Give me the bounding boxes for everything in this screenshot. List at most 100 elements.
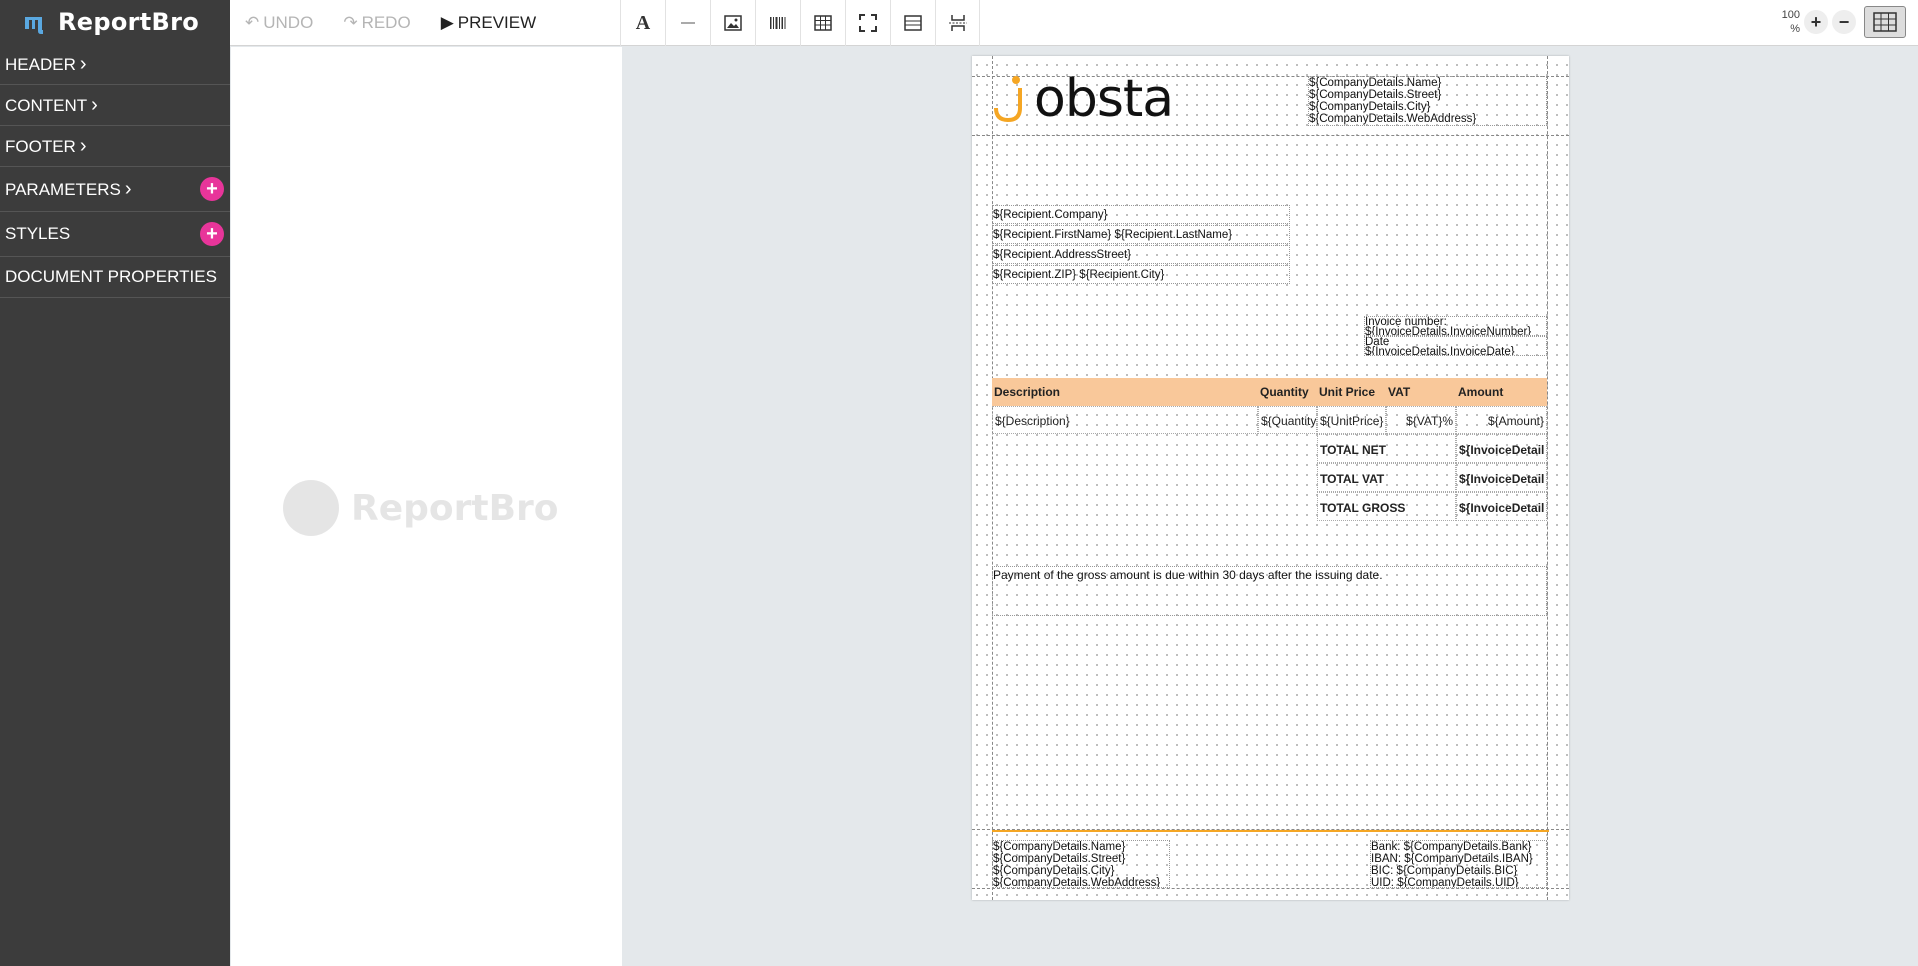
table-header-quantity[interactable]: Quantity	[1258, 378, 1317, 406]
header-quantity-text: Quantity	[1260, 385, 1309, 399]
cell-description-text: ${Description}	[995, 414, 1070, 428]
footer-end-guide	[972, 888, 1569, 889]
line-tool-icon[interactable]	[665, 0, 710, 46]
footer-bic: BIC: ${CompanyDetails.BIC}	[1371, 865, 1518, 877]
total-net-value[interactable]: ${InvoiceDetail	[1456, 434, 1547, 463]
grid-toggle-button[interactable]	[1864, 6, 1906, 38]
footer-company-text[interactable]: ${CompanyDetails.Name} ${CompanyDetails.…	[992, 840, 1170, 888]
sidebar-item-text: FOOTER	[5, 136, 76, 156]
document-page[interactable]: obsta ${CompanyDetails.Name} ${CompanyDe…	[972, 56, 1569, 900]
footer-uid: UID: ${CompanyDetails.UID}	[1371, 877, 1519, 888]
company-web: ${CompanyDetails.WebAddress}	[1309, 113, 1477, 125]
footer-bank-text[interactable]: Bank: ${CompanyDetails.Bank} IBAN: ${Com…	[1370, 840, 1547, 888]
grid-icon	[1873, 12, 1897, 32]
add-icon[interactable]: +	[200, 177, 224, 201]
table-cell-amount[interactable]: ${Amount}	[1456, 406, 1547, 434]
sidebar-item-footer[interactable]: FOOTER ›	[0, 126, 230, 167]
undo-button[interactable]: ↶ UNDO	[230, 0, 328, 46]
zoom-value: 100	[1781, 9, 1800, 21]
total-gross-value[interactable]: ${InvoiceDetail	[1456, 492, 1547, 521]
sidebar: ReportBro HEADER › CONTENT › FOOTER › PARAMETE…	[0, 0, 230, 966]
sidebar-item-document-properties[interactable]: DOCUMENT PROPERTIES	[0, 257, 230, 298]
app-logo: ReportBro	[0, 0, 230, 44]
footer-company-street: ${CompanyDetails.Street}	[993, 853, 1126, 865]
header-description-text: Description	[994, 385, 1061, 399]
invoice-number[interactable]: Invoice number: ${InvoiceDetails.Invoice…	[1364, 316, 1547, 336]
footer-bank: Bank: ${CompanyDetails.Bank}	[1371, 841, 1532, 853]
sidebar-item-label: STYLES	[5, 224, 70, 244]
invoice-date[interactable]: Date ${InvoiceDetails.InvoiceDate}	[1364, 336, 1547, 356]
barcode-tool-icon[interactable]	[755, 0, 800, 46]
text-tool-icon[interactable]: A	[620, 0, 665, 46]
total-vat-label-text: TOTAL VAT	[1320, 472, 1385, 486]
recipient-company[interactable]: ${Recipient.Company}	[992, 205, 1290, 224]
table-cell-vat[interactable]: ${VAT}%	[1386, 406, 1456, 434]
total-vat-value[interactable]: ${InvoiceDetail	[1456, 463, 1547, 492]
footer-separator-line[interactable]	[992, 830, 1549, 832]
sidebar-item-styles[interactable]: STYLES +	[0, 212, 230, 257]
table-tool-icon[interactable]	[800, 0, 845, 46]
company-street: ${CompanyDetails.Street}	[1309, 89, 1442, 101]
table-header-description[interactable]: Description	[992, 378, 1258, 406]
company-city: ${CompanyDetails.City}	[1309, 101, 1431, 113]
redo-icon: ↷	[343, 12, 358, 32]
preview-button[interactable]: ▶ PREVIEW	[426, 0, 551, 46]
sidebar-item-text: STYLES	[5, 224, 71, 243]
payment-terms-text[interactable]: Payment of the gross amount is due withi…	[992, 566, 1547, 616]
table-header-unit-price[interactable]: Unit Price	[1317, 378, 1386, 406]
chevron-right-icon: ›	[79, 52, 87, 75]
company-logo[interactable]: obsta	[992, 72, 1186, 126]
table-cell-description[interactable]: ${Description}	[992, 406, 1258, 434]
recipient-city[interactable]: ${Recipient.ZIP} ${Recipient.City}	[992, 265, 1290, 284]
total-net-label[interactable]: TOTAL NET	[1317, 434, 1456, 463]
sidebar-item-label: HEADER ›	[5, 53, 87, 76]
sidebar-item-text: PARAMETERS	[5, 179, 121, 199]
cell-unit-price-text: ${UnitPrice}	[1320, 414, 1384, 428]
payment-terms-content: Payment of the gross amount is due withi…	[993, 568, 1383, 582]
sidebar-item-label: CONTENT ›	[5, 94, 98, 117]
watermark-logo-icon	[283, 480, 339, 536]
recipient-city-text: ${Recipient.ZIP} ${Recipient.City}	[993, 269, 1165, 281]
add-icon[interactable]: +	[200, 222, 224, 246]
sidebar-item-text: CONTENT	[5, 95, 88, 115]
reportbro-logo-icon	[25, 17, 43, 34]
invoice-number-value: ${InvoiceDetails.InvoiceNumber}	[1365, 326, 1532, 336]
recipient-name-text: ${Recipient.FirstName} ${Recipient.LastN…	[993, 229, 1233, 241]
recipient-street[interactable]: ${Recipient.AddressStreet}	[992, 245, 1290, 264]
redo-button[interactable]: ↷ REDO	[328, 0, 425, 46]
sidebar-item-header[interactable]: HEADER ›	[0, 44, 230, 85]
table-header-vat[interactable]: VAT	[1386, 378, 1456, 406]
total-vat-value-text: ${InvoiceDetail	[1459, 472, 1545, 486]
recipient-company-text: ${Recipient.Company}	[993, 209, 1108, 221]
cell-quantity-text: ${Quantity}	[1261, 414, 1317, 428]
margin-guide-left	[992, 56, 993, 900]
redo-label: REDO	[361, 12, 411, 32]
image-tool-icon[interactable]	[710, 0, 755, 46]
table-header-amount[interactable]: Amount	[1456, 378, 1547, 406]
frame-tool-icon[interactable]	[845, 0, 890, 46]
total-gross-value-text: ${InvoiceDetail	[1459, 501, 1545, 515]
total-net-value-text: ${InvoiceDetail	[1459, 443, 1545, 457]
element-tools: A	[620, 0, 980, 46]
page-break-tool-icon[interactable]	[935, 0, 980, 46]
footer-company-city: ${CompanyDetails.City}	[993, 865, 1115, 877]
preview-label: PREVIEW	[457, 12, 537, 32]
total-gross-label[interactable]: TOTAL GROSS	[1317, 492, 1456, 521]
table-cell-quantity[interactable]: ${Quantity}	[1258, 406, 1317, 434]
chevron-right-icon: ›	[91, 93, 98, 116]
total-vat-label[interactable]: TOTAL VAT	[1317, 463, 1456, 492]
section-tool-icon[interactable]	[890, 0, 935, 46]
detail-panel: ReportBro	[231, 47, 622, 966]
company-header-text[interactable]: ${CompanyDetails.Name} ${CompanyDetails.…	[1308, 76, 1547, 126]
chevron-right-icon: ›	[124, 177, 132, 200]
logo-text: obsta	[1034, 69, 1174, 129]
table-cell-unit-price[interactable]: ${UnitPrice}	[1317, 406, 1386, 434]
sidebar-item-text: DOCUMENT PROPERTIES	[5, 267, 217, 286]
zoom-out-button[interactable]: −	[1832, 10, 1856, 34]
undo-label: UNDO	[263, 12, 314, 32]
sidebar-item-content[interactable]: CONTENT ›	[0, 85, 230, 126]
zoom-in-button[interactable]: +	[1804, 10, 1828, 34]
sidebar-item-parameters[interactable]: PARAMETERS › +	[0, 167, 230, 212]
footer-iban: IBAN: ${CompanyDetails.IBAN}	[1371, 853, 1533, 865]
recipient-name[interactable]: ${Recipient.FirstName} ${Recipient.LastN…	[992, 225, 1290, 244]
